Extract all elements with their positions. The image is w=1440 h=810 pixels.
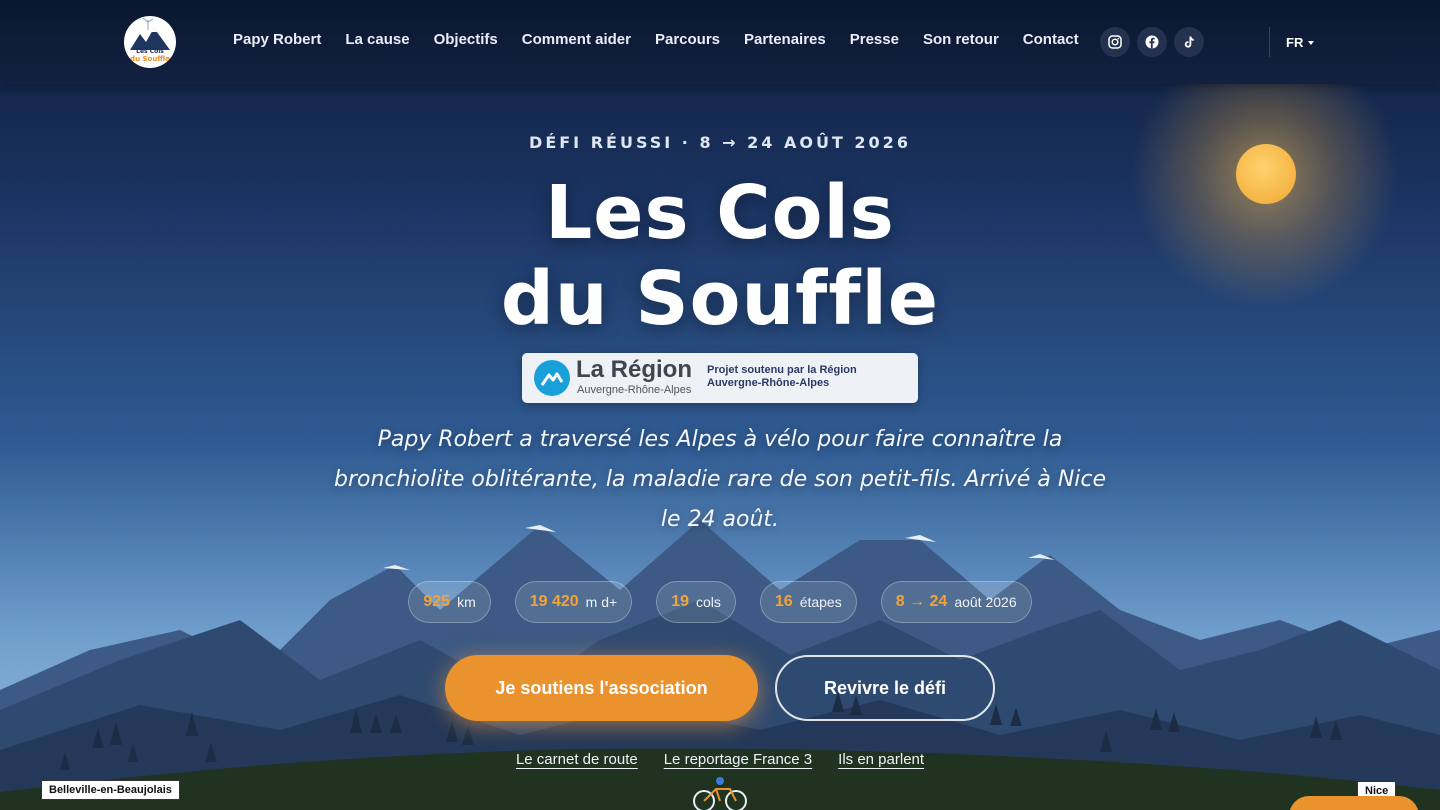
region-logo-icon	[534, 360, 570, 396]
tiktok-icon	[1184, 36, 1194, 48]
social-links	[1100, 27, 1204, 57]
ils-en-parlent-link[interactable]: Ils en parlent	[838, 751, 924, 768]
logo-text-line2: du Souffle	[130, 55, 170, 63]
stat-value: 16	[774, 593, 793, 610]
stat-value: 19	[671, 593, 689, 610]
support-association-button[interactable]: Je soutiens l'association	[445, 655, 758, 721]
header-divider	[1269, 27, 1270, 57]
hero-title: Les Cols du Souffle	[0, 170, 1440, 342]
tiktok-link[interactable]	[1174, 27, 1204, 57]
stat-unit: km	[457, 594, 476, 610]
floating-action-button[interactable]	[1289, 796, 1419, 810]
nav-item-presse[interactable]: Presse	[850, 31, 899, 48]
relive-challenge-button[interactable]: Revivre le défi	[775, 655, 995, 721]
stat-value: 8 → 24	[895, 593, 948, 610]
nav-item-papy-robert[interactable]: Papy Robert	[233, 31, 321, 48]
cyclist-icon	[693, 777, 747, 810]
stat-pill-elevation: 19 420 m d+	[514, 581, 633, 623]
hero-tagline: Papy Robert a traversé les Alpes à vélo …	[333, 427, 1107, 532]
hero-links: Le carnet de route Le reportage France 3…	[0, 751, 1440, 768]
stats-row: 925 km 19 420 m d+ 19 cols 16 étapes 8 →…	[0, 581, 1440, 623]
region-note-line2: Auvergne-Rhône-Alpes	[707, 377, 830, 389]
site-header: Les Cols du Souffle Papy Robert La cause…	[0, 0, 1440, 84]
facebook-icon	[1145, 35, 1159, 49]
stat-value: 19 420	[529, 593, 579, 610]
reportage-france3-link[interactable]: Le reportage France 3	[664, 751, 812, 768]
nav-item-parcours[interactable]: Parcours	[655, 31, 720, 48]
nav-item-objectifs[interactable]: Objectifs	[434, 31, 498, 48]
stat-pill-dates: 8 → 24 août 2026	[880, 581, 1032, 623]
stat-pill-cols: 19 cols	[656, 581, 736, 623]
stat-pill-stages: 16 étapes	[759, 581, 857, 623]
stat-pill-distance: 925 km	[408, 581, 491, 623]
stat-unit: cols	[695, 594, 721, 610]
nav-item-la-cause[interactable]: La cause	[345, 31, 409, 48]
stat-unit: août 2026	[954, 594, 1017, 610]
hero-eyebrow: DÉFI RÉUSSI · 8 → 24 AOÛT 2026	[529, 133, 911, 152]
route-start-label: Belleville-en-Beaujolais	[41, 780, 180, 800]
hero-section: DÉFI RÉUSSI · 8 → 24 AOÛT 2026 Les Cols …	[0, 0, 1440, 810]
nav-item-comment-aider[interactable]: Comment aider	[522, 31, 631, 48]
stat-value: 925	[423, 593, 451, 610]
site-logo[interactable]: Les Cols du Souffle	[124, 16, 176, 68]
nav-item-son-retour[interactable]: Son retour	[923, 31, 999, 48]
main-nav: Papy Robert La cause Objectifs Comment a…	[233, 31, 1103, 48]
carnet-de-route-link[interactable]: Le carnet de route	[516, 751, 638, 768]
instagram-icon	[1108, 35, 1122, 49]
nav-item-contact[interactable]: Contact	[1023, 31, 1079, 48]
stat-unit: étapes	[799, 594, 842, 610]
region-partner-badge[interactable]: La Région Auvergne-Rhône-Alpes Projet so…	[522, 353, 918, 403]
region-note: Projet soutenu par la Région Auvergne-Rh…	[707, 364, 907, 390]
facebook-link[interactable]	[1137, 27, 1167, 57]
language-selector[interactable]: FR	[1286, 35, 1303, 50]
stat-unit: m d+	[585, 594, 618, 610]
hero-title-line2: du Souffle	[500, 256, 940, 342]
region-note-line1: Projet soutenu par la Région	[707, 364, 857, 376]
region-subtitle: Auvergne-Rhône-Alpes	[577, 384, 692, 396]
hero-title-line1: Les Cols	[545, 170, 895, 256]
chevron-down-icon	[1308, 41, 1314, 45]
nav-item-partenaires[interactable]: Partenaires	[744, 31, 826, 48]
instagram-link[interactable]	[1100, 27, 1130, 57]
region-name: La Région	[576, 356, 693, 383]
